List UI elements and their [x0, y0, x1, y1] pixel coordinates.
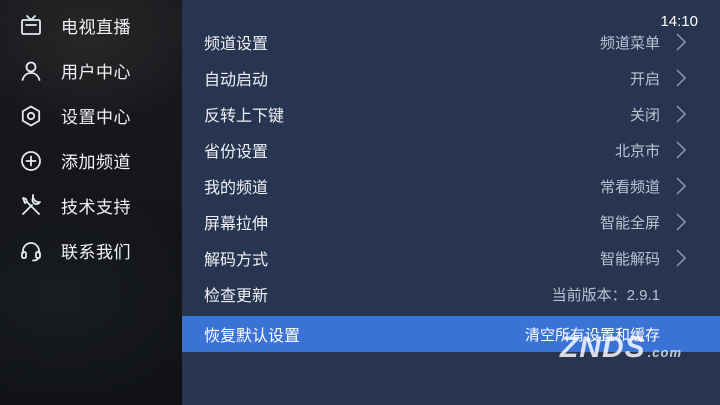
- tools-icon: [17, 192, 45, 220]
- row-value: 智能解码: [599, 249, 660, 268]
- sidebar-item-label: 添加频道: [61, 153, 131, 173]
- row-label: 屏幕拉伸: [204, 214, 269, 233]
- user-icon: [17, 57, 45, 85]
- settings-row-autostart[interactable]: 自动启动 开启: [182, 60, 720, 96]
- row-value: 常看频道: [599, 177, 660, 196]
- settings-row-channel[interactable]: 频道设置 频道菜单: [182, 24, 720, 60]
- row-value: 关闭: [629, 105, 660, 124]
- row-label: 检查更新: [204, 286, 269, 305]
- chevron-right-icon: [672, 33, 690, 51]
- row-label: 解码方式: [204, 250, 269, 269]
- settings-row-screen-stretch[interactable]: 屏幕拉伸 智能全屏: [182, 204, 720, 240]
- settings-row-reverse-keys[interactable]: 反转上下键 关闭: [182, 96, 720, 132]
- sidebar-item-add-channel[interactable]: 添加频道: [0, 138, 182, 183]
- sidebar-item-label: 电视直播: [61, 18, 131, 38]
- sidebar-item-label: 设置中心: [61, 108, 131, 128]
- chevron-right-icon: [672, 249, 690, 267]
- chevron-right-icon: [672, 177, 690, 195]
- sidebar-item-live-tv[interactable]: 电视直播: [0, 3, 182, 48]
- row-value: 当前版本：2.9.1: [551, 286, 660, 304]
- sidebar: 电视直播 用户中心 设置中心 添加频道 技术支持 联系我们: [0, 0, 182, 405]
- chevron-right-icon: [672, 141, 690, 159]
- settings-row-decoding[interactable]: 解码方式 智能解码: [182, 240, 720, 276]
- row-value: 北京市: [614, 141, 660, 160]
- row-label: 我的频道: [204, 178, 269, 197]
- sidebar-item-settings[interactable]: 设置中心: [0, 93, 182, 138]
- row-label: 恢复默认设置: [204, 326, 301, 345]
- chevron-right-icon: [672, 105, 690, 123]
- chevron-right-icon: [672, 213, 690, 231]
- sidebar-item-label: 技术支持: [61, 198, 131, 218]
- sidebar-item-label: 联系我们: [61, 243, 131, 263]
- row-value: 频道菜单: [599, 33, 660, 52]
- row-label: 自动启动: [204, 70, 269, 89]
- sidebar-item-tech-support[interactable]: 技术支持: [0, 183, 182, 228]
- row-value: 开启: [629, 69, 660, 88]
- chevron-right-icon: [672, 69, 690, 87]
- settings-row-check-update[interactable]: 检查更新 当前版本：2.9.1: [182, 276, 720, 312]
- row-value: 智能全屏: [599, 213, 660, 232]
- sidebar-item-label: 用户中心: [61, 63, 131, 83]
- row-label: 省份设置: [204, 142, 269, 161]
- add-circle-icon: [17, 147, 45, 175]
- row-label: 频道设置: [204, 34, 269, 53]
- gear-icon: [17, 102, 45, 130]
- settings-row-my-channels[interactable]: 我的频道 常看频道: [182, 168, 720, 204]
- settings-list: 频道设置 频道菜单 自动启动 开启 反转上下键 关闭 省份设置 北京市 我的频道…: [182, 24, 720, 352]
- znds-watermark-logo: ZNDS .com: [559, 331, 682, 364]
- sidebar-item-user-center[interactable]: 用户中心: [0, 48, 182, 93]
- headset-icon: [17, 237, 45, 265]
- settings-row-province[interactable]: 省份设置 北京市: [182, 132, 720, 168]
- settings-panel: 14:10 频道设置 频道菜单 自动启动 开启 反转上下键 关闭 省份设置 北京…: [182, 0, 720, 405]
- sidebar-item-contact-us[interactable]: 联系我们: [0, 228, 182, 273]
- row-label: 反转上下键: [204, 106, 285, 125]
- tv-icon: [17, 12, 45, 40]
